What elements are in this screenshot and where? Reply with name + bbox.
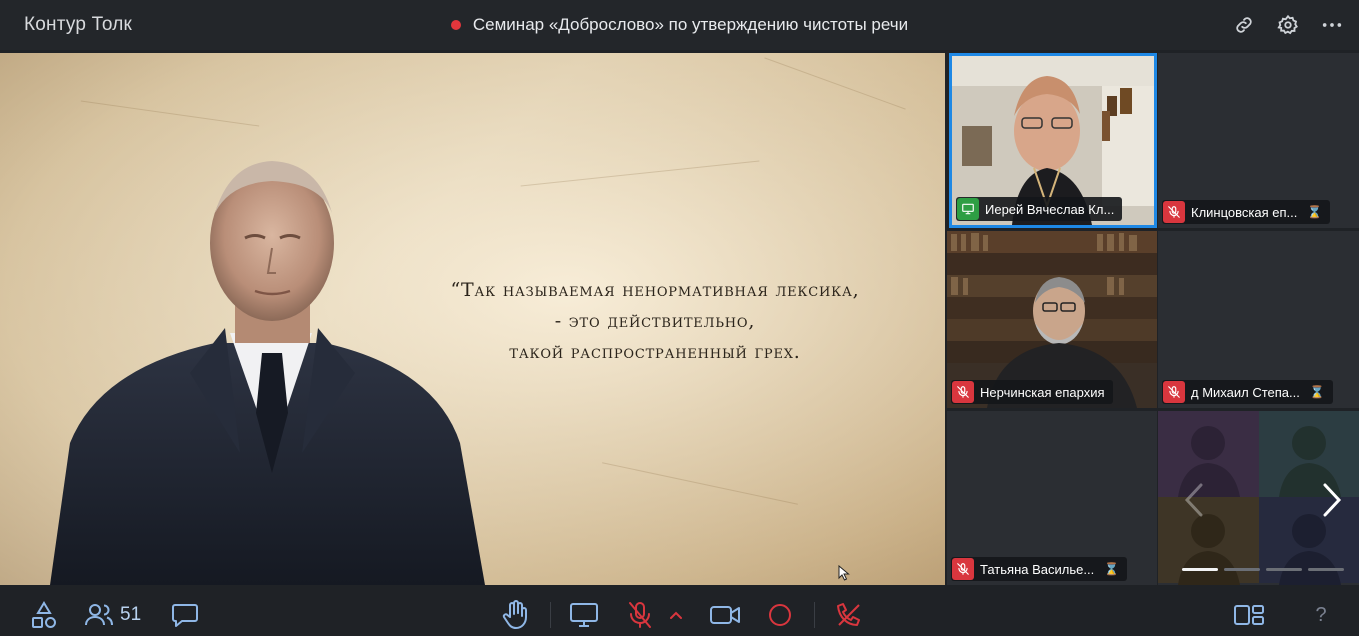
toolbar-divider <box>814 602 815 628</box>
parchment-texture <box>764 57 906 110</box>
mic-off-icon <box>1163 201 1185 223</box>
participant-name: Нерчинская епархия <box>980 384 1105 400</box>
screen-share-button-icon[interactable] <box>568 600 600 630</box>
more-horizontal-icon[interactable] <box>1319 12 1345 38</box>
bottom-toolbar: 51 ? <box>0 594 1359 636</box>
more-participants-tile[interactable] <box>1158 411 1359 585</box>
carousel-dot[interactable] <box>1224 568 1260 571</box>
mouse-cursor-icon <box>838 565 850 581</box>
chevron-up-icon[interactable] <box>668 600 684 630</box>
participant-tile[interactable]: Иерей Вячеслав Кл... <box>949 53 1157 228</box>
speaker-portrait-image <box>50 161 485 585</box>
shapes-icon[interactable] <box>30 600 58 630</box>
parchment-texture <box>80 100 260 127</box>
quote-line: такой распространенный грех. <box>509 341 801 363</box>
participant-placeholder <box>1158 411 1259 497</box>
carousel-dot[interactable] <box>1182 568 1218 571</box>
recording-indicator-icon <box>450 20 461 30</box>
mic-off-icon <box>952 381 974 403</box>
participant-name: Клинцовская еп... <box>1191 204 1298 220</box>
meeting-title-block: Семинар «Доброслово» по утверждению чист… <box>0 15 1359 35</box>
toolbar-divider <box>550 602 551 628</box>
participants-count: 51 <box>120 604 142 625</box>
participant-name-tag: Иерей Вячеслав Кл... <box>956 197 1123 221</box>
link-icon[interactable] <box>1231 12 1257 38</box>
chevron-left-icon[interactable] <box>1184 483 1204 526</box>
participant-name: д Михаил Степа... <box>1191 384 1300 400</box>
mic-off-icon <box>1163 381 1185 403</box>
record-icon[interactable] <box>766 600 794 630</box>
chat-icon[interactable] <box>170 600 200 630</box>
title-bar: Контур Толк Семинар «Доброслово» по утве… <box>0 0 1359 50</box>
carousel-dot[interactable] <box>1266 568 1302 571</box>
video-conference-window: Контур Толк Семинар «Доброслово» по утве… <box>0 0 1359 636</box>
participant-placeholder <box>1259 411 1359 497</box>
gear-icon[interactable] <box>1275 12 1301 38</box>
carousel-page-indicator <box>1182 568 1344 571</box>
parchment-texture <box>602 462 798 505</box>
participant-name: Иерей Вячеслав Кл... <box>985 201 1115 217</box>
participant-name-tag: д Михаил Степа... ⌛ <box>1162 380 1333 404</box>
participant-tile[interactable]: Нерчинская епархия <box>947 231 1157 408</box>
hourglass-icon: ⌛ <box>1309 385 1325 399</box>
meeting-title: Семинар «Доброслово» по утверждению чист… <box>472 15 909 34</box>
chevron-right-icon[interactable] <box>1322 483 1342 526</box>
camera-icon[interactable] <box>708 600 742 630</box>
mic-off-icon <box>952 558 974 580</box>
title-actions <box>1231 12 1345 38</box>
layout-icon[interactable] <box>1232 600 1266 630</box>
quote-line: “Так называемая ненормативная лексика, <box>450 279 860 301</box>
participant-name-tag: Нерчинская епархия <box>951 380 1113 404</box>
participant-tile[interactable]: д Михаил Степа... ⌛ <box>1158 231 1359 408</box>
slide-quote: “Так называемая ненормативная лексика, -… <box>395 275 915 368</box>
raise-hand-icon[interactable] <box>500 600 530 630</box>
participant-grid: Иерей Вячеслав Кл... Клинцовская еп... ⌛ <box>947 53 1359 585</box>
help-icon[interactable]: ? <box>1308 600 1334 630</box>
participant-name-tag: Клинцовская еп... ⌛ <box>1162 200 1331 224</box>
hourglass-icon: ⌛ <box>1307 205 1323 219</box>
shared-screen-slide: “Так называемая ненормативная лексика, -… <box>0 53 945 585</box>
participant-tile[interactable]: Татьяна Василье... ⌛ <box>947 411 1157 585</box>
hourglass-icon: ⌛ <box>1104 562 1120 576</box>
participant-name: Татьяна Василье... <box>980 561 1095 577</box>
mic-off-button-icon[interactable] <box>626 600 654 630</box>
carousel-dot[interactable] <box>1308 568 1344 571</box>
parchment-texture <box>520 160 760 187</box>
hang-up-icon[interactable] <box>834 600 864 630</box>
participants-button[interactable]: 51 <box>84 600 148 630</box>
participant-tile[interactable]: Клинцовская еп... ⌛ <box>1158 53 1359 228</box>
screen-share-icon <box>957 198 979 220</box>
people-icon <box>85 604 113 626</box>
quote-line: - это действительно, <box>554 310 756 332</box>
participant-name-tag: Татьяна Василье... ⌛ <box>951 557 1128 581</box>
